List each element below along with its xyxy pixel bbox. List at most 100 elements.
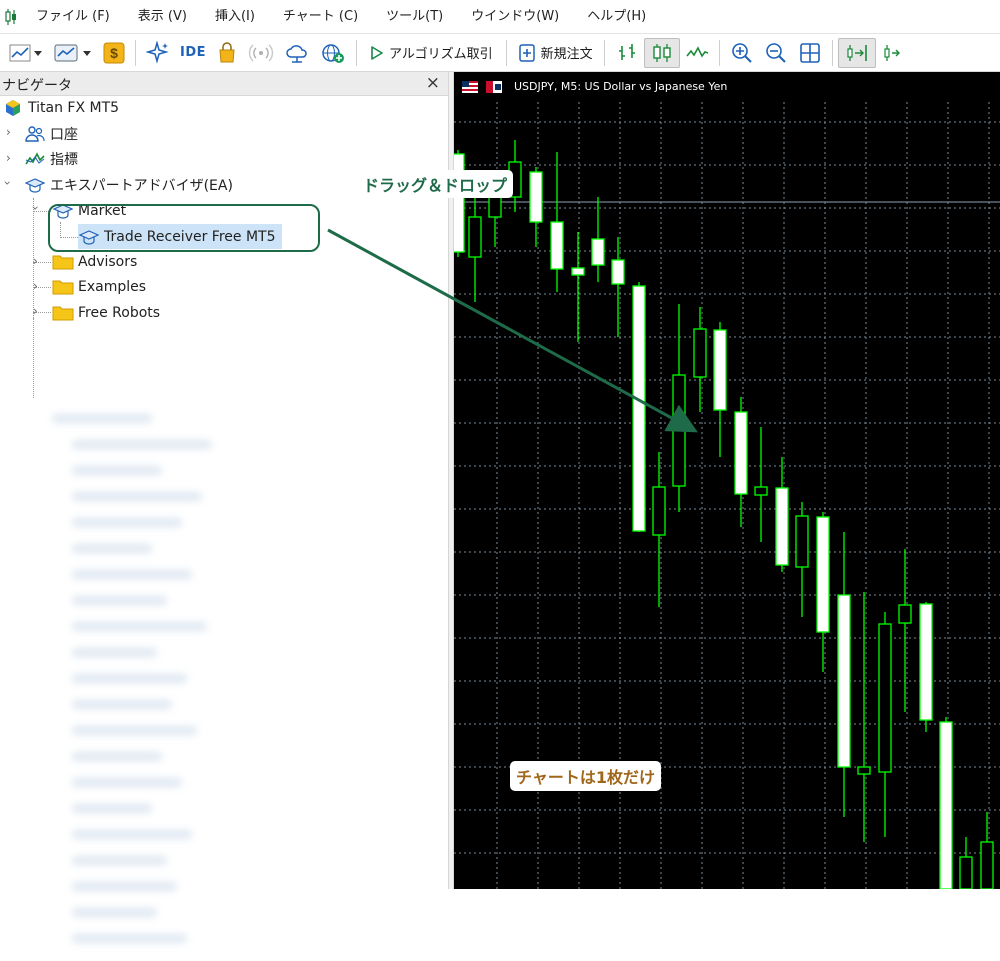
candle-body	[959, 856, 973, 889]
cloud-icon	[286, 44, 307, 63]
tree-item-indicators-label: 指標	[50, 151, 78, 168]
app-candle-icon[interactable]	[0, 0, 22, 34]
candle-body	[652, 486, 666, 536]
navigator-header: ナビゲータ ×	[0, 72, 448, 96]
menu-help[interactable]: ヘルプ(H)	[573, 0, 660, 34]
candlestick-chart-button[interactable]	[643, 37, 680, 68]
market-button[interactable]	[211, 38, 243, 68]
chart-shift-button[interactable]	[876, 38, 906, 68]
menu-bar: ファイル (F) 表示 (V) 挿入(I) チャート (C) ツール(T) ウイ…	[0, 0, 1000, 34]
candle-body	[980, 841, 994, 889]
toolbar-separator	[603, 39, 605, 66]
menu-chart[interactable]: チャート (C)	[269, 0, 372, 34]
toolbar-separator	[135, 39, 136, 66]
menu-tools[interactable]: ツール(T)	[372, 0, 457, 34]
broadcast-icon	[248, 43, 274, 62]
candle-body	[713, 329, 727, 411]
candle-body	[754, 486, 768, 496]
chart-shift-icon	[884, 44, 900, 61]
candle-body	[816, 516, 830, 633]
sparkle-icon	[146, 40, 169, 64]
candle-body	[693, 328, 707, 378]
candle-body	[550, 221, 564, 270]
tree-item-examples-folder[interactable]: Examples	[52, 274, 146, 299]
candle-body	[672, 374, 686, 487]
tree-item-free-robots-label: Free Robots	[78, 304, 161, 321]
tree-root-label: Titan FX MT5	[28, 99, 120, 116]
new-chart-button[interactable]	[4, 38, 48, 68]
line-chart-icon	[9, 44, 42, 61]
toolbar-separator	[505, 39, 507, 66]
signals-button[interactable]	[243, 38, 279, 68]
graduation-cap-icon	[24, 175, 46, 195]
ide-button[interactable]: IDE	[175, 38, 211, 68]
toolbar-separator	[718, 39, 720, 66]
candle-body	[611, 259, 625, 285]
zoom-in-button[interactable]	[725, 38, 759, 68]
auto-scroll-icon	[847, 44, 867, 61]
redacted-tree-area	[42, 402, 448, 961]
bar-chart-button[interactable]	[610, 38, 644, 68]
expand-chevron-icon[interactable]: ›	[6, 125, 11, 139]
candle-body	[468, 216, 482, 258]
candle-body	[878, 623, 892, 773]
candle-body	[939, 721, 953, 889]
navigator-close-button[interactable]: ×	[426, 73, 440, 93]
main-toolbar: $ IDE アルゴリズム取引 新規注文	[0, 34, 1000, 72]
candle-body	[529, 171, 543, 223]
candle-body	[837, 594, 851, 768]
tree-item-free-robots-folder[interactable]: Free Robots	[52, 300, 160, 325]
deposit-button[interactable]: $	[98, 38, 130, 68]
line-chart-button[interactable]	[680, 38, 714, 68]
globe-add-icon	[322, 43, 345, 63]
menu-view[interactable]: 表示 (V)	[124, 0, 201, 34]
auto-scroll-button[interactable]	[837, 37, 876, 68]
candlestick-icon	[652, 43, 671, 62]
chart-symbol-title: USDJPY, M5: US Dollar vs Japanese Yen	[514, 80, 728, 93]
candle-body	[795, 515, 809, 568]
tree-item-accounts[interactable]: 口座	[24, 121, 78, 146]
tree-item-expert-advisors[interactable]: エキスパートアドバイザ(EA)	[24, 172, 233, 197]
folder-icon	[52, 303, 74, 323]
single-chart-note: チャートは1枚だけ	[510, 761, 661, 791]
navigator-title: ナビゲータ	[2, 78, 72, 94]
new-order-button[interactable]: 新規注文	[512, 38, 599, 68]
menu-file[interactable]: ファイル (F)	[22, 0, 124, 34]
ai-assistant-button[interactable]	[141, 38, 175, 68]
expand-chevron-icon[interactable]: ›	[33, 304, 38, 318]
line-icon	[686, 45, 708, 58]
new-order-icon	[518, 43, 535, 62]
candle-body	[857, 766, 871, 775]
toolbar-separator	[831, 39, 833, 66]
dollar-icon: $	[103, 42, 125, 63]
tree-connector	[33, 318, 34, 398]
chart-template-icon	[54, 44, 91, 61]
profiles-button[interactable]	[48, 38, 98, 68]
tree-root-terminal[interactable]: Titan FX MT5	[2, 95, 119, 120]
expand-chevron-icon[interactable]: ›	[33, 279, 38, 293]
menu-window[interactable]: ウインドウ(W)	[457, 0, 573, 34]
candle-body	[571, 267, 585, 276]
accounts-icon	[24, 124, 46, 144]
collapse-chevron-icon[interactable]: ›	[0, 181, 14, 186]
vps-button[interactable]	[279, 38, 315, 68]
tree-item-indicators[interactable]: 指標	[24, 146, 78, 171]
expand-chevron-icon[interactable]: ›	[6, 151, 11, 165]
candle-body	[591, 238, 605, 266]
candle-body	[734, 411, 748, 495]
ohlc-bar-icon	[618, 43, 635, 60]
menu-insert[interactable]: 挿入(I)	[201, 0, 269, 34]
tile-windows-button[interactable]	[793, 38, 827, 68]
candle-body	[454, 153, 465, 253]
economic-calendar-button[interactable]	[315, 38, 351, 68]
zoom-out-button[interactable]	[759, 38, 793, 68]
expand-chevron-icon[interactable]: ›	[33, 254, 38, 268]
candle-body	[632, 285, 646, 532]
tree-item-accounts-label: 口座	[50, 126, 78, 143]
tree-item-advisors-folder[interactable]: Advisors	[52, 249, 137, 274]
toolbar-separator	[356, 39, 358, 66]
algo-trading-button[interactable]: アルゴリズム取引	[362, 38, 501, 68]
collapse-chevron-icon[interactable]: ›	[28, 206, 42, 211]
tree-item-examples-label: Examples	[78, 278, 147, 295]
zoom-out-icon	[765, 42, 786, 63]
